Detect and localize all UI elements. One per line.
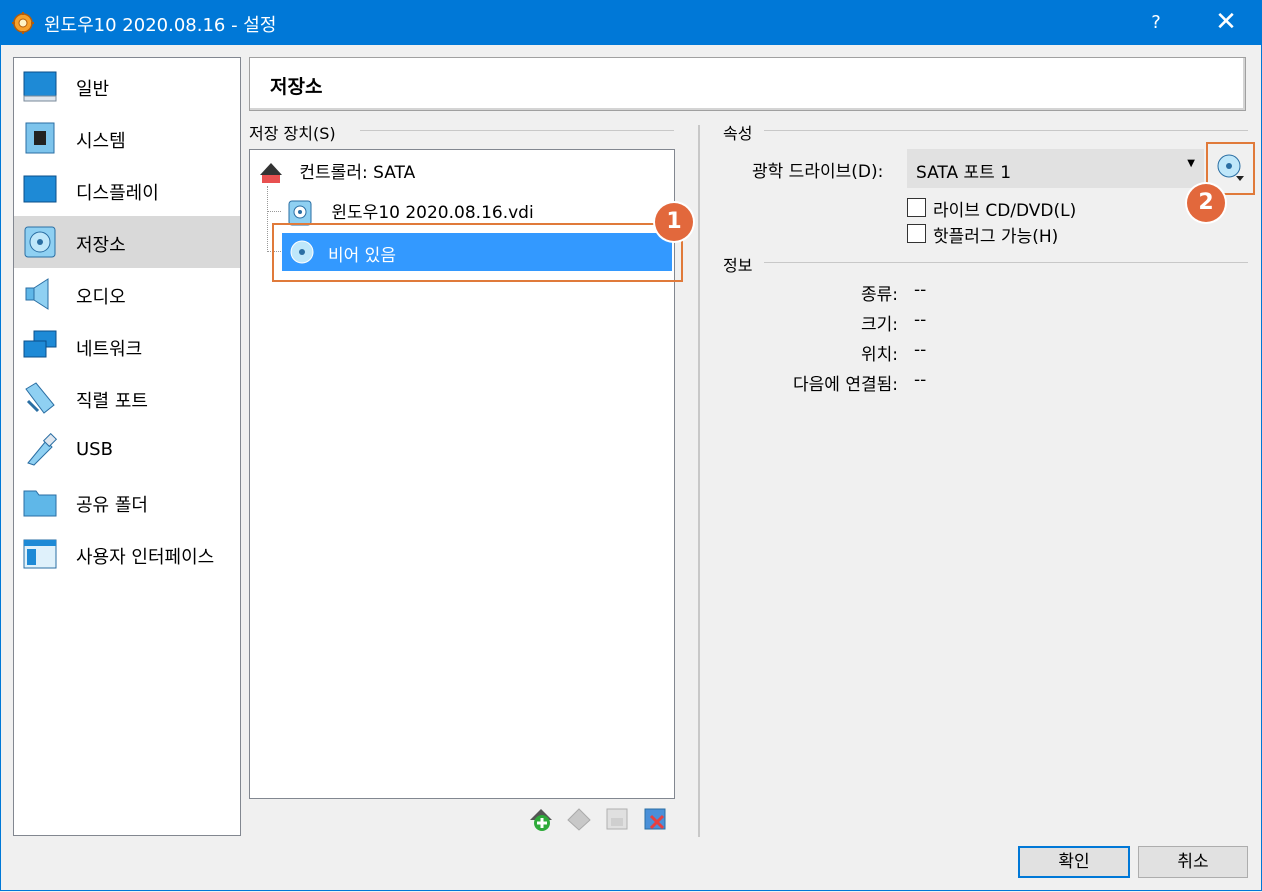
sidebar-item-audio[interactable]: 오디오	[14, 268, 240, 320]
close-button[interactable]: ✕	[1200, 0, 1252, 45]
page-header: 저장소	[249, 57, 1246, 111]
help-button[interactable]: ?	[1130, 0, 1182, 45]
tree-connector	[267, 211, 281, 212]
tree-item-disk[interactable]: 윈도우10 2020.08.16.vdi	[288, 198, 534, 226]
storage-devices-label: 저장 장치(S)	[249, 120, 342, 144]
sidebar-item-usb[interactable]: USB	[14, 424, 240, 476]
disk-label: 윈도우10 2020.08.16.vdi	[331, 203, 534, 223]
page-title: 저장소	[270, 76, 323, 98]
sidebar-item-label: 직렬 포트	[76, 391, 148, 412]
network-icon	[23, 330, 57, 358]
window-title: 윈도우10 2020.08.16 - 설정	[44, 15, 277, 36]
tree-connector	[267, 186, 268, 252]
cancel-button[interactable]: 취소	[1138, 846, 1248, 878]
sidebar-item-label: 오디오	[76, 287, 126, 308]
panel-separator	[698, 125, 700, 837]
info-size-key: 크기:	[860, 315, 898, 335]
info-attached-value: --	[914, 370, 927, 390]
optical-drive-label: 광학 드라이브(D):	[752, 162, 884, 182]
sidebar-item-general[interactable]: 일반	[14, 60, 240, 112]
live-cd-checkbox[interactable]	[907, 198, 926, 217]
hotplug-label: 핫플러그 가능(H)	[933, 227, 1059, 247]
chevron-down-icon: ▼	[1187, 158, 1195, 169]
hotplug-checkbox[interactable]	[907, 224, 926, 243]
system-chip-icon	[25, 122, 55, 154]
title-bar: 윈도우10 2020.08.16 - 설정 ? ✕	[0, 0, 1262, 45]
group-divider	[764, 262, 1248, 263]
sidebar-item-label: 일반	[76, 79, 110, 100]
group-divider	[764, 130, 1248, 131]
step-badge-1: 1	[655, 203, 693, 241]
optical-drive-select[interactable]: SATA 포트 1 ▼	[907, 149, 1204, 188]
info-type-value: --	[914, 280, 927, 300]
ok-button[interactable]: 확인	[1018, 846, 1130, 878]
optical-drive-value: SATA 포트 1	[916, 163, 1012, 183]
sidebar-item-display[interactable]: 디스플레이	[14, 164, 240, 216]
shared-folder-icon	[23, 490, 57, 517]
live-cd-label: 라이브 CD/DVD(L)	[933, 201, 1077, 221]
remove-attachment-icon[interactable]	[642, 806, 668, 832]
remove-controller-icon[interactable]	[566, 806, 592, 832]
add-controller-icon[interactable]	[528, 806, 554, 832]
controller-icon	[260, 163, 282, 183]
step-badge-2: 2	[1187, 184, 1225, 222]
sidebar-item-label: USB	[76, 439, 113, 460]
highlight-box-1	[272, 223, 683, 282]
sidebar-item-serial-port[interactable]: 직렬 포트	[14, 372, 240, 424]
audio-speaker-icon	[25, 278, 49, 310]
sidebar-item-label: 네트워크	[76, 339, 143, 360]
settings-sidebar: 일반 시스템 디스플레이 저장소 오디오 네트워크 직렬 포트 USB 공유 폴…	[13, 57, 241, 836]
attributes-label: 속성	[723, 120, 759, 144]
sidebar-item-shared-folder[interactable]: 공유 폴더	[14, 476, 240, 528]
controller-label: 컨트롤러: SATA	[299, 163, 416, 183]
usb-icon	[27, 433, 58, 466]
sidebar-item-label: 사용자 인터페이스	[76, 547, 215, 568]
sidebar-item-label: 공유 폴더	[76, 495, 148, 516]
sidebar-item-user-interface[interactable]: 사용자 인터페이스	[14, 528, 240, 580]
storage-disc-icon	[24, 226, 56, 258]
group-divider	[360, 130, 674, 131]
info-label: 정보	[723, 252, 759, 276]
display-icon	[23, 175, 57, 203]
user-interface-icon	[23, 539, 57, 569]
info-location-key: 위치:	[860, 345, 898, 365]
serial-port-icon	[25, 382, 55, 414]
info-size-value: --	[914, 310, 927, 330]
add-attachment-icon[interactable]	[604, 806, 630, 832]
sidebar-item-system[interactable]: 시스템	[14, 112, 240, 164]
info-location-value: --	[914, 340, 927, 360]
settings-gear-icon	[12, 12, 34, 34]
sidebar-item-network[interactable]: 네트워크	[14, 320, 240, 372]
info-attached-key: 다음에 연결됨:	[793, 375, 898, 395]
sidebar-item-label: 시스템	[76, 131, 126, 152]
sidebar-item-storage[interactable]: 저장소	[14, 216, 240, 268]
general-icon	[23, 71, 57, 102]
sidebar-item-label: 저장소	[76, 235, 126, 256]
info-type-key: 종류:	[860, 285, 898, 305]
tree-item-controller[interactable]: 컨트롤러: SATA	[258, 158, 415, 185]
sidebar-item-label: 디스플레이	[76, 183, 159, 204]
